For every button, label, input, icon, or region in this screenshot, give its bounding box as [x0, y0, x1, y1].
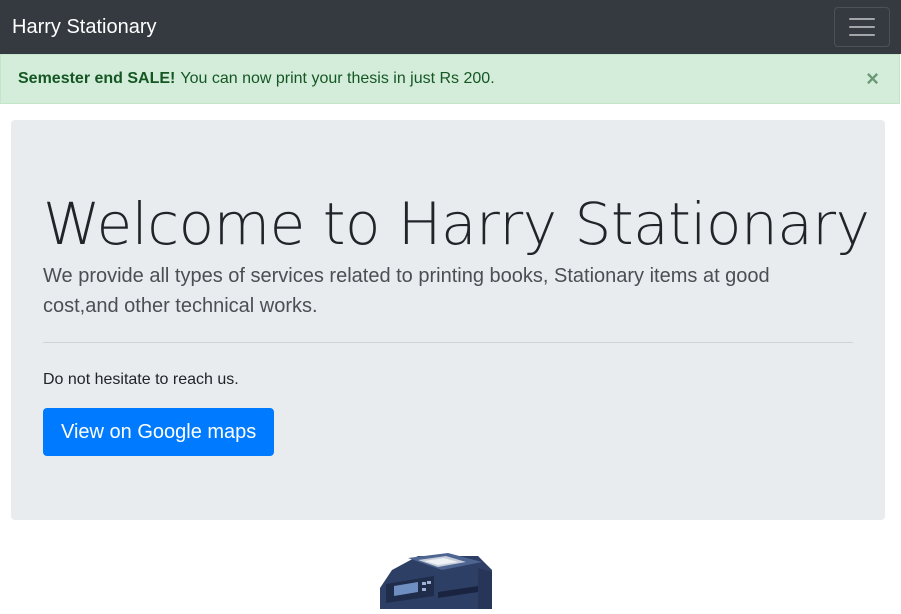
reach-text: Do not hesitate to reach us. — [43, 371, 239, 388]
hamburger-icon — [849, 34, 875, 36]
view-google-maps-button[interactable]: View on Google maps — [43, 408, 275, 456]
printer-icon — [378, 548, 496, 609]
jumbotron: Welcome to Harry Stationary We provide a… — [11, 120, 885, 520]
navbar-brand[interactable]: Harry Stationary — [12, 17, 157, 37]
sale-alert: Semester end SALE! You can now print you… — [0, 54, 900, 104]
hamburger-icon — [849, 18, 875, 20]
alert-message: You can now print your thesis in just Rs… — [180, 70, 495, 87]
close-icon[interactable]: × — [866, 68, 879, 90]
alert-heading: Semester end SALE! — [18, 70, 176, 87]
hamburger-icon — [849, 26, 875, 28]
page-title: Welcome to Harry Stationary — [43, 190, 870, 258]
lead-text: We provide all types of services related… — [43, 265, 770, 317]
divider — [43, 342, 853, 343]
navbar-toggler-button[interactable] — [834, 7, 890, 47]
navbar: Harry Stationary — [0, 0, 901, 54]
